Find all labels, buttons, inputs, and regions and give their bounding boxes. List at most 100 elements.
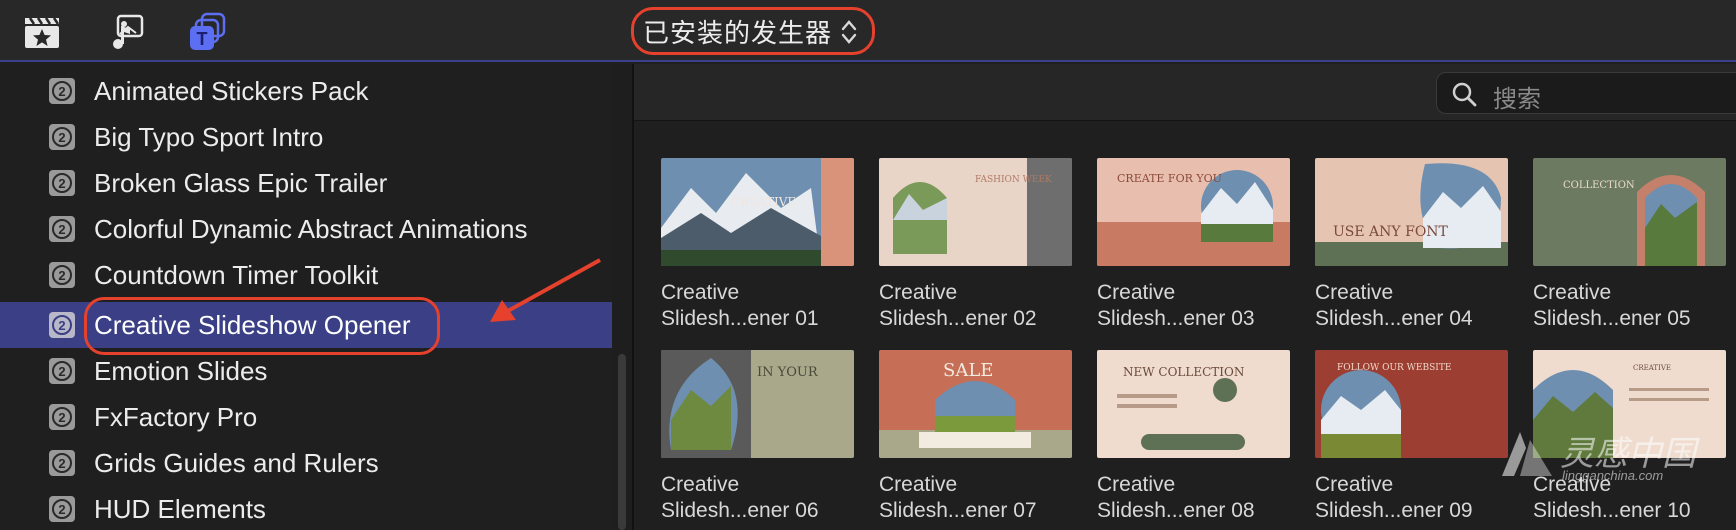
- svg-text:T: T: [197, 29, 208, 49]
- tile-title-line1: Creative: [1097, 281, 1176, 304]
- generator-tile[interactable]: USE ANY FONT Creative Slidesh...ener 04: [1315, 158, 1508, 332]
- thumbnail-text: COLLECTION: [1563, 180, 1635, 191]
- tile-title-line2: Slidesh...ener 04: [1315, 307, 1473, 330]
- tile-title-line1: Creative: [879, 473, 958, 496]
- annotation-arrow: [490, 258, 601, 322]
- search-icon: [1452, 82, 1477, 107]
- tile-title-line1: Creative: [1533, 281, 1612, 304]
- thumbnail-text: NEW COLLECTION: [1123, 365, 1244, 379]
- svg-text:2: 2: [58, 176, 65, 191]
- sidebar-item-label: Big Typo Sport Intro: [94, 122, 324, 152]
- generator-tile[interactable]: SALE Creative Slidesh...ener 07: [879, 350, 1072, 524]
- selector-label: 已安装的发生器: [643, 18, 833, 49]
- tile-title-line1: Creative: [661, 473, 740, 496]
- svg-text:2: 2: [58, 364, 65, 379]
- sidebar-item-label: HUD Elements: [94, 494, 266, 524]
- sidebar-item-label: FxFactory Pro: [94, 402, 258, 432]
- chevron-up-down-icon: [841, 20, 857, 44]
- tile-title-line2: Slidesh...ener 06: [661, 499, 819, 522]
- thumbnail: COLLECTION: [1533, 158, 1726, 266]
- tile-title-line2: Slidesh...ener 07: [879, 499, 1037, 522]
- generator-tile[interactable]: FOLLOW OUR WEBSITE Creative Slidesh...en…: [1315, 350, 1508, 524]
- tile-title-line1: Creative: [879, 281, 958, 304]
- tile-title-line2: Slidesh...ener 08: [1097, 499, 1255, 522]
- tile-title-line1: Creative: [1315, 281, 1394, 304]
- sidebar-item-label: Animated Stickers Pack: [94, 76, 369, 106]
- thumbnail: FOLLOW OUR WEBSITE: [1315, 350, 1508, 458]
- sidebar-item[interactable]: 2 Big Typo Sport Intro: [0, 114, 612, 160]
- svg-text:2: 2: [58, 410, 65, 425]
- svg-text:2: 2: [58, 268, 65, 283]
- sidebar-item[interactable]: 2 HUD Elements: [0, 486, 612, 530]
- sidebar-item[interactable]: 2 Animated Stickers Pack: [0, 68, 612, 114]
- sidebar-scrollbar[interactable]: [618, 354, 626, 530]
- tile-title-line2: Slidesh...ener 05: [1533, 307, 1691, 330]
- tile-title-line2: Slidesh...ener 01: [661, 307, 819, 330]
- tile-title-line1: Creative: [1315, 473, 1394, 496]
- folder-number-icon: 2: [48, 311, 76, 339]
- svg-text:2: 2: [58, 318, 65, 333]
- tile-title-line2: Slidesh...ener 09: [1315, 499, 1473, 522]
- svg-text:2: 2: [58, 456, 65, 471]
- highlight-ring: [84, 297, 440, 355]
- sidebar-item-label: Grids Guides and Rulers: [94, 448, 379, 478]
- sidebar-item-label: Countdown Timer Toolkit: [94, 260, 379, 290]
- titles-generators-icon[interactable]: T: [188, 12, 228, 52]
- svg-text:2: 2: [58, 222, 65, 237]
- generator-tile[interactable]: CREATE FOR YOU Creative Slidesh...ener 0…: [1097, 158, 1290, 332]
- thumbnail-text: FOLLOW OUR WEBSITE: [1337, 363, 1451, 373]
- search-placeholder: 搜索: [1493, 85, 1541, 113]
- watermark-emblem-icon: [1502, 432, 1552, 476]
- tile-title-line1: Creative: [1097, 473, 1176, 496]
- folder-number-icon: 2: [48, 77, 76, 105]
- clapper-star-icon[interactable]: [22, 12, 62, 52]
- folder-number-icon: 2: [48, 357, 76, 385]
- thumbnail: SALE: [879, 350, 1072, 458]
- tile-title-line2: Slidesh...ener 02: [879, 307, 1037, 330]
- generator-tile[interactable]: IN YOUR Creative Slidesh...ener 06: [661, 350, 854, 524]
- thumbnail: USE ANY FONT: [1315, 158, 1508, 266]
- thumbnail-text: SALE: [943, 360, 993, 381]
- generator-tile[interactable]: COLLECTION Creative Slidesh...ener 05: [1533, 158, 1726, 332]
- music-photo-icon[interactable]: [106, 12, 146, 52]
- sidebar-item-label: Emotion Slides: [94, 356, 268, 386]
- thumbnail: CREATIVE: [661, 158, 854, 266]
- sidebar-item[interactable]: 2 Broken Glass Epic Trailer: [0, 160, 612, 206]
- folder-number-icon: 2: [48, 261, 76, 289]
- thumbnail-text: FASHION WEEK: [975, 175, 1052, 185]
- folder-number-icon: 2: [48, 403, 76, 431]
- thumbnail: CREATE FOR YOU: [1097, 158, 1290, 266]
- generator-tile[interactable]: NEW COLLECTION Creative Slidesh...ener 0…: [1097, 350, 1290, 524]
- svg-text:2: 2: [58, 130, 65, 145]
- generator-tile[interactable]: FASHION WEEK Creative Slidesh...ener 02: [879, 158, 1072, 332]
- generator-category-selector[interactable]: 已安装的发生器: [631, 7, 875, 55]
- sidebar-item[interactable]: 2 Colorful Dynamic Abstract Animations: [0, 206, 612, 252]
- thumbnail-text: CREATIVE: [1633, 364, 1671, 372]
- sidebar-item[interactable]: 2 FxFactory Pro: [0, 394, 612, 440]
- svg-text:2: 2: [58, 502, 65, 517]
- thumbnail-text: IN YOUR: [757, 365, 819, 380]
- tile-title-line2: Slidesh...ener 10: [1533, 499, 1691, 522]
- folder-number-icon: 2: [48, 215, 76, 243]
- thumbnail: FASHION WEEK: [879, 158, 1072, 266]
- folder-number-icon: 2: [48, 123, 76, 151]
- generator-tile[interactable]: CREATIVE Creative Slidesh...ener 01: [661, 158, 854, 332]
- top-toolbar: T 已安装的发生器: [0, 0, 1736, 62]
- search-field[interactable]: 搜索: [1436, 72, 1736, 114]
- sidebar-item-label: Colorful Dynamic Abstract Animations: [94, 214, 528, 244]
- thumbnail-text: USE ANY FONT: [1333, 224, 1449, 240]
- folder-number-icon: 2: [48, 169, 76, 197]
- watermark-logo: 灵感中国 lingganchina.com: [1500, 426, 1736, 486]
- watermark-url: lingganchina.com: [1562, 468, 1664, 483]
- sidebar-item[interactable]: 2 Grids Guides and Rulers: [0, 440, 612, 486]
- thumbnail: NEW COLLECTION: [1097, 350, 1290, 458]
- sidebar-item-label: Broken Glass Epic Trailer: [94, 168, 388, 198]
- folder-number-icon: 2: [48, 449, 76, 477]
- tile-title-line1: Creative: [661, 281, 740, 304]
- folder-number-icon: 2: [48, 495, 76, 523]
- thumbnail-text: CREATIVE: [731, 195, 796, 209]
- svg-text:2: 2: [58, 84, 65, 99]
- thumbnail: IN YOUR: [661, 350, 854, 458]
- thumbnail-text: CREATE FOR YOU: [1117, 172, 1222, 185]
- browser-header: 搜索: [634, 64, 1736, 121]
